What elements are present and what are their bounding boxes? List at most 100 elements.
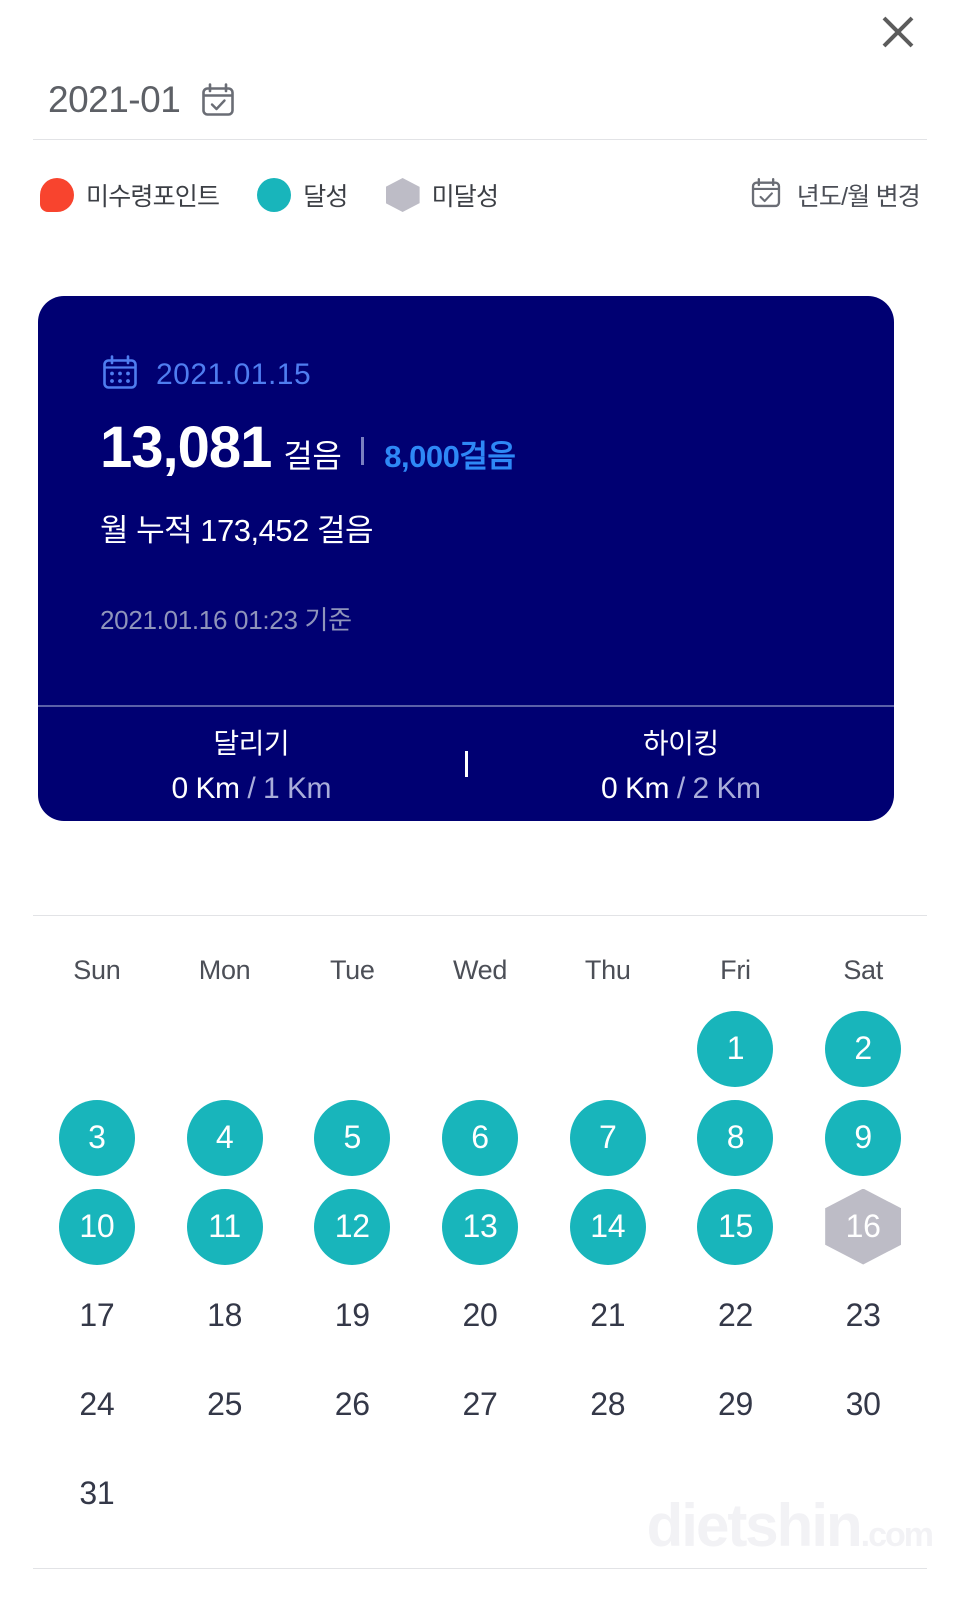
day-badge-achieved: 14 [569, 1188, 646, 1265]
legend-item-achieved: 달성 [257, 177, 348, 213]
steps-unit: 걸음 [283, 438, 342, 474]
calendar-week-row: 17 18 19 20 21 22 23 [33, 1271, 927, 1360]
calendar-weekday-header: Fri [672, 936, 800, 1004]
day-badge-achieved: 4 [186, 1099, 263, 1176]
calendar-day-cell[interactable]: 25 [161, 1360, 289, 1449]
month-total: 월 누적 173,452 걸음 [100, 513, 374, 548]
close-button[interactable] [872, 6, 924, 58]
step-summary-card[interactable]: 2021.01.15 13,081 걸음 8,000걸음 월 누적 173,45… [38, 296, 894, 821]
steps-value: 13,081 [100, 415, 272, 480]
calendar-day-cell[interactable]: 3 [33, 1093, 161, 1182]
weekday-label: Sat [843, 954, 883, 985]
day-number: 28 [590, 1386, 626, 1422]
calendar-weekday-header: Sat [799, 936, 927, 1004]
calendar-day-cell[interactable]: 6 [416, 1093, 544, 1182]
weekday-label: Wed [452, 954, 508, 985]
calendar-day-cell[interactable]: 28 [544, 1360, 672, 1449]
watermark-domain: .com [860, 1516, 934, 1554]
close-row [0, 0, 960, 62]
calendar-day-cell[interactable]: 7 [544, 1093, 672, 1182]
activity-stat-running: 달리기 0 Km / 1 Km [38, 722, 465, 806]
day-number: 31 [79, 1475, 115, 1511]
calendar-day-cell[interactable]: 16 [799, 1182, 927, 1271]
day-number: 23 [845, 1297, 881, 1333]
activity-goal: / 1 Km [247, 772, 332, 805]
calendar-day-cell[interactable]: 26 [288, 1360, 416, 1449]
calendar-day-cell[interactable]: 23 [799, 1271, 927, 1360]
day-badge-achieved: 9 [825, 1099, 902, 1176]
day-badge-achieved: 1 [697, 1010, 774, 1087]
activity-stat-hiking: 하이킹 0 Km / 2 Km [468, 722, 895, 806]
day-number: 18 [207, 1297, 243, 1333]
calendar-day-cell[interactable]: 24 [33, 1360, 161, 1449]
calendar-day-cell[interactable]: 13 [416, 1182, 544, 1271]
day-badge-achieved: 10 [58, 1188, 135, 1265]
step-calendar-screen: 2021-01 미수령포인트 달성 미달성 년도/월 변경 2021.01.15… [0, 0, 960, 1620]
calendar-day-cell[interactable]: 29 [672, 1360, 800, 1449]
month-label: 2021-01 [48, 79, 181, 120]
day-number: 17 [79, 1297, 115, 1333]
calendar-dots-icon [100, 352, 140, 397]
day-number: 26 [334, 1386, 370, 1422]
weekday-label: Thu [584, 954, 631, 985]
activity-goal: / 2 Km [676, 772, 761, 805]
calendar-check-icon [749, 176, 783, 215]
calendar-day-cell[interactable]: 14 [544, 1182, 672, 1271]
calendar-day-cell[interactable]: 20 [416, 1271, 544, 1360]
calendar-day-cell[interactable]: 18 [161, 1271, 289, 1360]
divider-bottom [33, 1568, 927, 1569]
watermark: dietshin.com [646, 1491, 934, 1560]
activity-value-row: 0 Km / 2 Km [468, 772, 895, 806]
month-header: 2021-01 [0, 62, 960, 138]
calendar-day-cell[interactable]: 8 [672, 1093, 800, 1182]
calendar-day-cell[interactable]: 11 [161, 1182, 289, 1271]
weekday-label: Mon [198, 954, 251, 985]
calendar-day-cell[interactable]: 30 [799, 1360, 927, 1449]
card-steps-row: 13,081 걸음 8,000걸음 [100, 419, 894, 477]
close-icon [876, 10, 920, 54]
calendar-weekday-header: Wed [416, 936, 544, 1004]
calendar-day-cell[interactable]: 21 [544, 1271, 672, 1360]
steps-separator [361, 437, 365, 465]
day-badge-achieved: 8 [697, 1099, 774, 1176]
change-year-month-label: 년도/월 변경 [796, 183, 921, 211]
card-activity-stats: 달리기 0 Km / 1 Km 하이킹 0 Km / 2 Km [38, 707, 894, 821]
calendar-check-icon[interactable] [198, 80, 238, 120]
calendar-day-cell[interactable]: 27 [416, 1360, 544, 1449]
calendar-day-cell[interactable]: 1 [672, 1004, 800, 1093]
change-year-month-button[interactable]: 년도/월 변경 [749, 176, 921, 215]
calendar-day-cell[interactable]: 9 [799, 1093, 927, 1182]
watermark-name: dietshin [646, 1492, 863, 1559]
day-badge-achieved: 6 [442, 1099, 519, 1176]
day-number: 24 [79, 1386, 115, 1422]
calendar-day-cell[interactable]: 31 [33, 1449, 161, 1538]
calendar-body: 1 2 3 4 5 6 7 8 9 10 11 12 13 14 15 16 17 18 19 20 21 22 23 24 2… [33, 1004, 927, 1538]
calendar-day-cell[interactable]: 5 [288, 1093, 416, 1182]
card-top: 2021.01.15 13,081 걸음 8,000걸음 월 누적 173,45… [38, 296, 894, 637]
day-number: 21 [590, 1297, 626, 1333]
calendar-day-cell[interactable]: 15 [672, 1182, 800, 1271]
activity-value: 0 Km [171, 772, 240, 805]
calendar-weekday-header: Tue [288, 936, 416, 1004]
calendar-day-cell[interactable]: 2 [799, 1004, 927, 1093]
calendar-weekday-header-row: Sun Mon Tue Wed Thu Fri Sat [33, 936, 927, 1004]
calendar-day-cell[interactable]: 4 [161, 1093, 289, 1182]
calendar-day-cell[interactable]: 22 [672, 1271, 800, 1360]
day-number: 29 [717, 1386, 753, 1422]
calendar-weekday-header: Sun [33, 936, 161, 1004]
legend-item-unclaimed-point: 미수령포인트 [40, 177, 220, 213]
day-badge-achieved: 3 [58, 1099, 135, 1176]
day-number: 20 [462, 1297, 498, 1333]
legend-item-not-achieved: 미달성 [385, 177, 499, 213]
calendar-week-row: 24 25 26 27 28 29 30 [33, 1360, 927, 1449]
calendar-day-cell[interactable]: 12 [288, 1182, 416, 1271]
legend-label: 미달성 [431, 183, 499, 211]
calendar-day-cell[interactable]: 10 [33, 1182, 161, 1271]
calendar-week-row: 3456789 [33, 1093, 927, 1182]
activity-title: 달리기 [213, 728, 290, 759]
calendar-day-cell[interactable]: 19 [288, 1271, 416, 1360]
calendar-week-row: 12 [33, 1004, 927, 1093]
activity-value-row: 0 Km / 1 Km [38, 772, 465, 806]
legend-label: 달성 [303, 183, 348, 211]
calendar-day-cell[interactable]: 17 [33, 1271, 161, 1360]
